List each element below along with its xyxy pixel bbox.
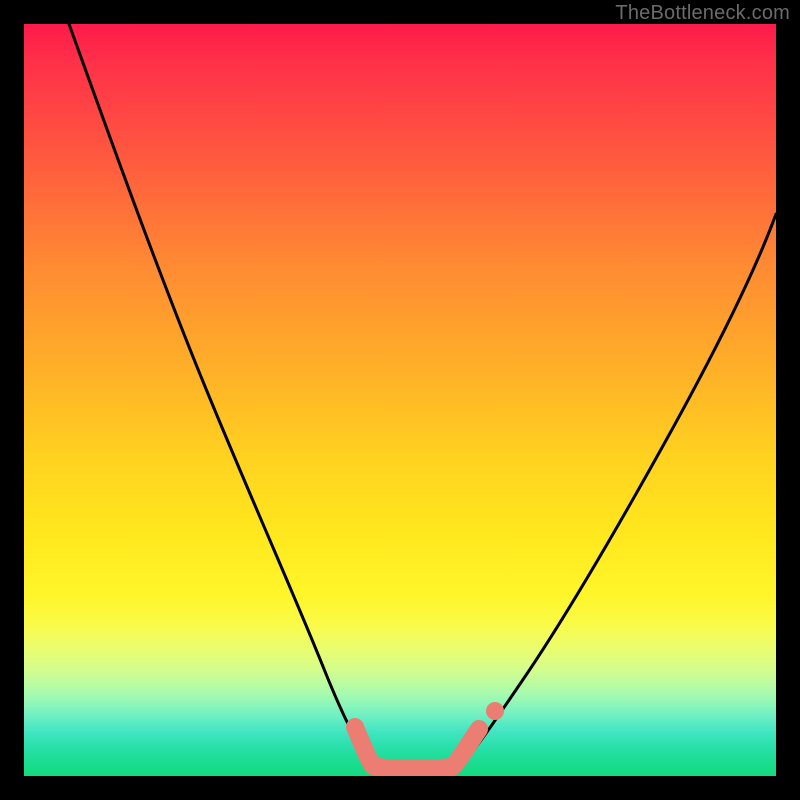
highlight-dot-icon — [486, 702, 504, 720]
left-curve — [69, 24, 373, 766]
chart-frame: TheBottleneck.com — [0, 0, 800, 800]
curves-overlay — [24, 24, 776, 776]
plateau-highlight — [355, 727, 479, 769]
right-curve — [460, 214, 776, 766]
watermark-text: TheBottleneck.com — [615, 2, 790, 25]
